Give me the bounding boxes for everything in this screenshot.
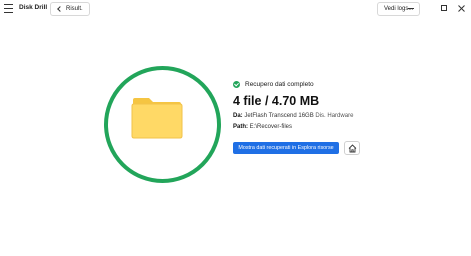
hamburger-icon[interactable]: [4, 4, 13, 13]
close-icon[interactable]: [455, 3, 467, 13]
maximize-icon[interactable]: [438, 3, 450, 13]
source-device: JetFlash Transcend 16GB: [244, 113, 314, 119]
recovery-summary: 4 file / 4.70 MB: [233, 94, 320, 108]
home-button[interactable]: [344, 141, 360, 155]
minimize-icon[interactable]: [405, 3, 417, 13]
folder-icon: [131, 98, 183, 139]
path-label: Path:: [233, 124, 248, 130]
app-title: Disk Drill: [19, 4, 48, 11]
back-button-label: Risult.: [66, 6, 83, 12]
status-row: Recupero dati completo: [233, 81, 314, 88]
title-bar: Disk Drill Risult. Vedi logs...: [0, 0, 471, 18]
home-icon: [348, 143, 356, 152]
source-device-line: Da: JetFlash Transcend 16GB Dis. Hardwar…: [233, 113, 353, 119]
show-in-explorer-button[interactable]: Mostra dati recuperati in Esplora risors…: [233, 142, 339, 154]
source-device-type: Dis. Hardware: [315, 113, 354, 119]
check-circle-icon: [233, 81, 240, 88]
status-text: Recupero dati completo: [245, 81, 314, 88]
path-line: Path: E:\Recover-files: [233, 124, 292, 130]
path-value: E:\Recover-files: [249, 124, 293, 130]
back-button[interactable]: Risult.: [50, 2, 90, 16]
chevron-left-icon: [57, 6, 63, 12]
source-label: Da:: [233, 113, 243, 119]
